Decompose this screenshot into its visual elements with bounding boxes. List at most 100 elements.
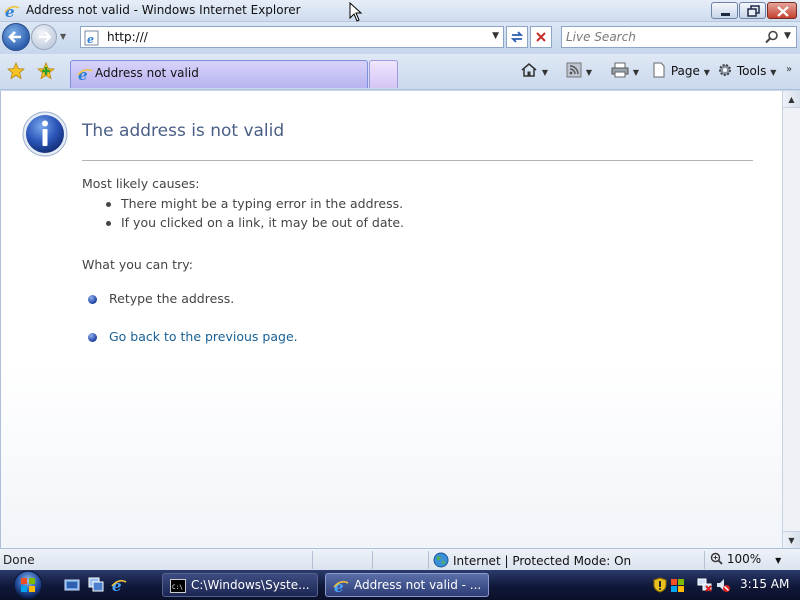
tools-menu-button[interactable]: Tools ▼ <box>717 62 776 80</box>
taskbar-item-command-prompt[interactable]: C:\ C:\Windows\Syste... <box>162 573 318 597</box>
bullet-icon <box>106 221 111 226</box>
rss-feed-icon <box>566 62 582 78</box>
taskbar-item-label: C:\Windows\Syste... <box>191 578 310 592</box>
home-button[interactable]: ▼ <box>520 62 548 80</box>
address-bar[interactable]: e http:/// ▼ <box>80 26 504 48</box>
scroll-up-arrow-icon[interactable]: ▲ <box>783 91 800 108</box>
status-bar: Done Internet | Protected Mode: On 100% ▼ <box>0 548 800 570</box>
show-desktop-icon[interactable] <box>64 577 80 593</box>
cause-text: There might be a typing error in the add… <box>121 196 404 211</box>
page-icon <box>653 62 665 78</box>
vertical-scrollbar[interactable]: ▲ ▼ <box>782 91 800 548</box>
blue-bullet-icon <box>88 295 97 304</box>
taskbar: e C:\ C:\Windows\Syste... e Address not … <box>0 570 800 600</box>
security-zone[interactable]: Internet | Protected Mode: On <box>433 552 631 568</box>
ie-page-icon: e <box>77 66 93 82</box>
tab-address-not-valid[interactable]: e Address not valid <box>70 60 368 88</box>
network-icon[interactable] <box>697 577 713 593</box>
mouse-cursor-icon <box>349 2 363 22</box>
ie-logo-icon: e <box>4 3 20 19</box>
forward-button[interactable] <box>31 24 57 50</box>
command-prompt-icon: C:\ <box>170 579 186 593</box>
security-shield-icon[interactable] <box>653 577 667 593</box>
home-icon <box>521 63 537 77</box>
go-back-link[interactable]: Go back to the previous page. <box>109 329 298 344</box>
page-menu-button[interactable]: Page ▼ <box>651 62 710 80</box>
stop-button[interactable] <box>530 26 552 48</box>
print-button[interactable]: ▼ <box>611 62 639 80</box>
page-content: The address is not valid Most likely cau… <box>0 91 782 548</box>
feeds-dropdown-icon[interactable]: ▼ <box>586 68 592 77</box>
system-tray: 3:15 AM <box>645 573 800 597</box>
navigation-bar: ▼ e http:/// ▼ ▼ <box>0 22 800 54</box>
window-title: Address not valid - Windows Internet Exp… <box>26 3 301 17</box>
cause-item: If you clicked on a link, it may be out … <box>106 215 404 230</box>
add-favorites-icon[interactable] <box>37 62 55 80</box>
volume-muted-icon[interactable] <box>715 577 731 593</box>
info-icon <box>22 111 68 157</box>
tools-menu-label: Tools <box>736 64 767 78</box>
back-arrow-icon <box>8 31 21 43</box>
favorites-star-icon[interactable] <box>7 62 25 80</box>
new-tab-button[interactable] <box>369 60 398 88</box>
forward-arrow-icon <box>39 31 52 43</box>
home-dropdown-icon[interactable]: ▼ <box>542 68 548 77</box>
refresh-icon <box>510 31 524 43</box>
print-dropdown-icon[interactable]: ▼ <box>633 68 639 77</box>
zoom-dropdown-icon[interactable]: ▼ <box>775 556 781 565</box>
refresh-button[interactable] <box>506 26 528 48</box>
search-box[interactable]: ▼ <box>561 26 797 48</box>
globe-icon <box>433 552 449 568</box>
close-button[interactable] <box>767 2 797 19</box>
printer-icon <box>611 62 629 78</box>
taskbar-item-label: Address not valid - ... <box>354 578 482 592</box>
status-separator <box>428 551 429 569</box>
page-dropdown-icon[interactable]: ▼ <box>704 68 710 77</box>
try-heading: What you can try: <box>82 257 193 272</box>
minimize-icon <box>721 13 730 16</box>
ie-logo-icon: e <box>333 578 349 594</box>
search-provider-dropdown-icon[interactable]: ▼ <box>784 31 791 41</box>
divider <box>82 160 753 161</box>
page-menu-label: Page <box>670 64 700 78</box>
try-text: Retype the address. <box>109 291 235 306</box>
try-item-retype: Retype the address. <box>88 291 234 306</box>
search-input[interactable] <box>566 29 756 45</box>
svg-text:C:\: C:\ <box>172 584 183 591</box>
title-bar: e Address not valid - Windows Internet E… <box>0 0 800 22</box>
tab-label: Address not valid <box>95 66 199 80</box>
taskbar-item-internet-explorer[interactable]: e Address not valid - ... <box>325 573 489 597</box>
close-icon <box>777 6 789 17</box>
tab-bar: e Address not valid ▼ ▼ ▼ Page ▼ Tools ▼… <box>0 54 800 90</box>
tools-dropdown-icon[interactable]: ▼ <box>770 68 776 77</box>
stop-icon <box>536 32 546 42</box>
back-button[interactable] <box>2 23 30 51</box>
svg-text:e: e <box>87 33 94 46</box>
page-icon: e <box>84 30 99 46</box>
gear-icon <box>719 64 731 76</box>
more-commands-chevron-icon[interactable]: » <box>786 64 792 75</box>
zoom-level: 100% <box>726 552 762 566</box>
causes-heading: Most likely causes: <box>82 176 200 191</box>
status-text: Done <box>3 553 35 567</box>
address-url[interactable]: http:/// <box>107 30 148 44</box>
switch-windows-icon[interactable] <box>88 577 104 593</box>
search-icon[interactable] <box>765 30 779 44</box>
blue-bullet-icon <box>88 333 97 342</box>
start-button[interactable] <box>8 570 48 600</box>
zoom-control[interactable]: 100% ▼ <box>710 552 781 566</box>
zoom-icon <box>710 552 723 565</box>
cause-item: There might be a typing error in the add… <box>106 196 403 211</box>
ie-quicklaunch-icon[interactable]: e <box>111 577 127 593</box>
try-item-go-back[interactable]: Go back to the previous page. <box>88 329 298 344</box>
windows-update-icon[interactable] <box>670 577 686 593</box>
scroll-down-arrow-icon[interactable]: ▼ <box>783 531 800 548</box>
restore-button[interactable] <box>739 2 766 19</box>
feeds-button[interactable]: ▼ <box>566 62 592 80</box>
status-separator <box>372 551 373 569</box>
bullet-icon <box>106 202 111 207</box>
minimize-button[interactable] <box>711 2 738 19</box>
address-dropdown-icon[interactable]: ▼ <box>492 31 499 41</box>
recent-pages-dropdown-icon[interactable]: ▼ <box>60 32 66 41</box>
clock[interactable]: 3:15 AM <box>740 577 789 591</box>
